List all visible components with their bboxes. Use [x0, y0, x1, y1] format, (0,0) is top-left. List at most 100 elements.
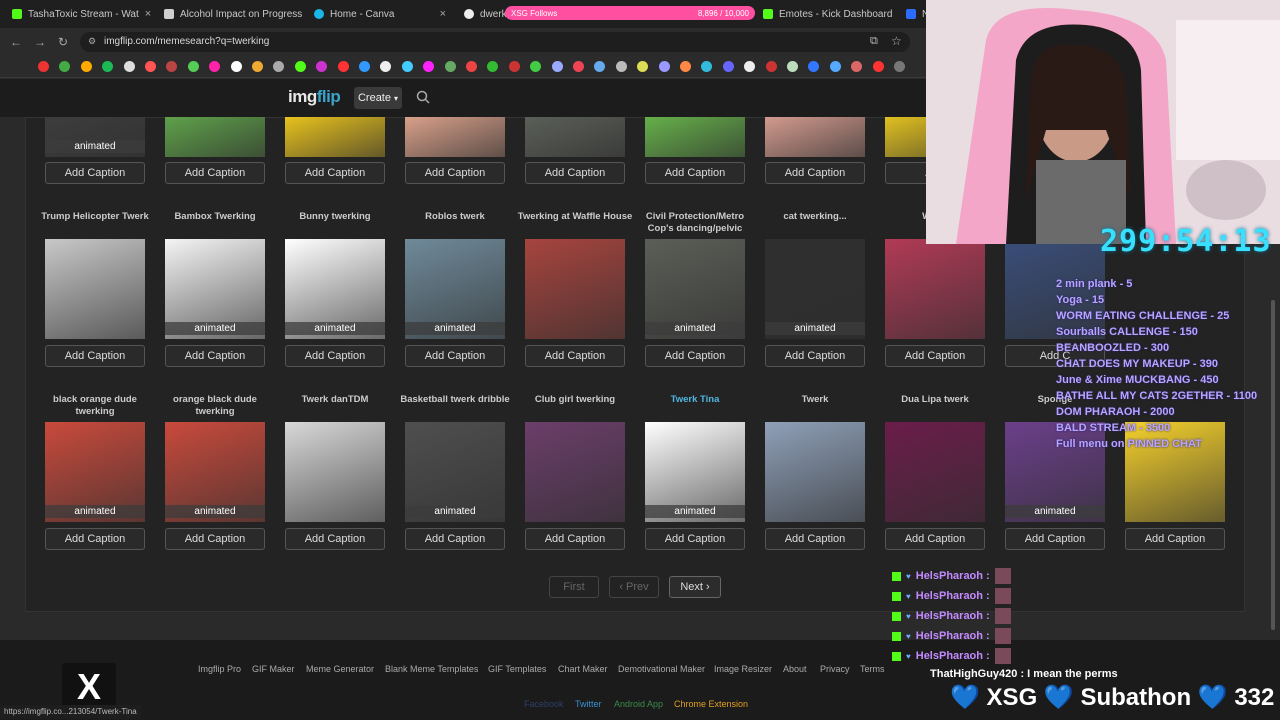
add-caption-button[interactable]: Add Caption — [405, 528, 505, 550]
bookmark-icon[interactable] — [894, 61, 905, 72]
bookmark-icon[interactable] — [466, 61, 477, 72]
add-caption-button[interactable]: Add Caption — [645, 345, 745, 367]
add-caption-button[interactable]: Add Caption — [765, 162, 865, 184]
meme-thumbnail[interactable]: animated — [645, 239, 745, 339]
add-caption-button[interactable]: Add Caption — [885, 345, 985, 367]
add-caption-button[interactable]: Add Caption — [45, 528, 145, 550]
search-icon[interactable] — [416, 90, 430, 104]
meme-title[interactable]: Trump Helicopter Twerk — [35, 211, 155, 223]
meme-thumbnail[interactable] — [285, 117, 385, 157]
meme-thumbnail[interactable] — [645, 117, 745, 157]
bookmark-icon[interactable] — [787, 61, 798, 72]
footer-social-link[interactable]: Android App — [614, 699, 663, 709]
bookmark-icon[interactable] — [38, 61, 49, 72]
first-page-button[interactable]: First — [549, 576, 599, 598]
meme-thumbnail[interactable] — [45, 239, 145, 339]
meme-thumbnail[interactable]: animated — [405, 239, 505, 339]
footer-link[interactable]: Chart Maker — [558, 664, 608, 674]
meme-thumbnail[interactable]: animated — [645, 422, 745, 522]
meme-thumbnail[interactable] — [165, 117, 265, 157]
meme-thumbnail[interactable] — [885, 422, 985, 522]
reload-icon[interactable]: ↻ — [58, 35, 68, 49]
footer-link[interactable]: Blank Meme Templates — [385, 664, 478, 674]
add-caption-button[interactable]: Add Caption — [525, 528, 625, 550]
tab-canva[interactable]: Home - Canva × — [306, 3, 454, 25]
footer-link[interactable]: Imgflip Pro — [198, 664, 241, 674]
add-caption-button[interactable]: Add Caption — [165, 528, 265, 550]
bookmark-icon[interactable] — [401, 61, 413, 72]
add-caption-button[interactable]: Add Caption — [765, 528, 865, 550]
footer-social-link[interactable]: Twitter — [575, 699, 602, 709]
create-button[interactable]: Create ▾ — [354, 87, 402, 109]
bookmark-icon[interactable] — [508, 61, 520, 72]
meme-thumbnail[interactable]: animated — [285, 239, 385, 339]
bookmark-icon[interactable] — [615, 61, 627, 72]
meme-title[interactable]: Dua Lipa twerk — [875, 394, 995, 406]
add-caption-button[interactable]: Add Caption — [165, 162, 265, 184]
meme-thumbnail[interactable]: animated — [165, 239, 265, 339]
bookmark-icon[interactable] — [444, 61, 456, 72]
bookmark-icon[interactable] — [573, 61, 584, 72]
add-caption-button[interactable]: Add Caption — [405, 345, 505, 367]
bookmark-icon[interactable] — [722, 61, 734, 72]
add-caption-button[interactable]: Add Caption — [765, 345, 865, 367]
meme-title[interactable]: black orange dude twerking — [35, 394, 155, 418]
add-caption-button[interactable]: Add Caption — [45, 345, 145, 367]
bookmark-icon[interactable] — [872, 61, 884, 72]
add-caption-button[interactable]: Add Caption — [285, 528, 385, 550]
meme-thumbnail[interactable] — [405, 117, 505, 157]
footer-link[interactable]: GIF Templates — [488, 664, 546, 674]
add-caption-button[interactable]: Add Caption — [405, 162, 505, 184]
bookmark-icon[interactable] — [230, 61, 242, 72]
bookmark-icon[interactable] — [765, 61, 777, 72]
meme-thumbnail[interactable]: animated — [405, 422, 505, 522]
meme-thumbnail[interactable] — [765, 422, 865, 522]
add-caption-button[interactable]: Add Caption — [525, 162, 625, 184]
footer-link[interactable]: Demotivational Maker — [618, 664, 705, 674]
bookmark-icon[interactable] — [187, 61, 199, 72]
meme-title[interactable]: Twerking at Waffle House — [515, 211, 635, 223]
meme-title[interactable]: cat twerking... — [755, 211, 875, 223]
meme-title[interactable]: Basketball twerk dribble — [395, 394, 515, 406]
tab-n[interactable]: N — [898, 3, 926, 25]
footer-social-link[interactable]: Chrome Extension — [674, 699, 748, 709]
bookmark-icon[interactable] — [294, 61, 306, 72]
close-icon[interactable]: × — [440, 8, 446, 20]
meme-thumbnail[interactable]: animated — [45, 117, 145, 157]
tab-google[interactable]: dwerk g — [456, 3, 506, 25]
imgflip-logo[interactable]: imgflip — [288, 87, 341, 107]
add-caption-button[interactable]: Add Caption — [645, 528, 745, 550]
bookmark-icon[interactable] — [658, 61, 670, 72]
bookmark-icon[interactable] — [337, 61, 349, 72]
footer-link[interactable]: About — [783, 664, 807, 674]
site-info-icon[interactable]: ⚙ — [88, 36, 96, 47]
meme-title[interactable]: Club girl twerking — [515, 394, 635, 406]
add-caption-button[interactable]: Add Caption — [1125, 528, 1225, 550]
close-icon[interactable]: × — [145, 8, 151, 20]
meme-thumbnail[interactable] — [885, 239, 985, 339]
tab-kick-emotes[interactable]: Emotes - Kick Dashboard × — [755, 3, 895, 25]
add-caption-button[interactable]: Add Caption — [885, 528, 985, 550]
meme-title[interactable]: orange black dude twerking — [155, 394, 275, 418]
meme-thumbnail[interactable]: animated — [165, 422, 265, 522]
meme-thumbnail[interactable] — [765, 117, 865, 157]
footer-link[interactable]: Meme Generator — [306, 664, 374, 674]
meme-title[interactable]: Bunny twerking — [275, 211, 395, 223]
meme-title[interactable]: Civil Protection/Metro Cop's dancing/pel… — [635, 211, 755, 235]
add-caption-button[interactable]: Add Caption — [1005, 528, 1105, 550]
bookmark-icon[interactable] — [145, 61, 156, 72]
bookmark-icon[interactable] — [123, 61, 135, 72]
bookmark-icon[interactable] — [252, 61, 263, 72]
bookmark-icon[interactable] — [359, 61, 370, 72]
footer-link[interactable]: GIF Maker — [252, 664, 295, 674]
add-caption-button[interactable]: Add Caption — [525, 345, 625, 367]
meme-thumbnail[interactable] — [285, 422, 385, 522]
footer-social-link[interactable]: Facebook — [524, 699, 564, 709]
meme-title[interactable]: Roblos twerk — [395, 211, 515, 223]
meme-thumbnail[interactable] — [525, 239, 625, 339]
meme-title[interactable]: Twerk Tina — [635, 394, 755, 406]
bookmark-icon[interactable] — [829, 61, 841, 72]
next-page-button[interactable]: Next › — [669, 576, 721, 598]
meme-title[interactable]: Twerk danTDM — [275, 394, 395, 406]
add-caption-button[interactable]: Add Caption — [645, 162, 745, 184]
